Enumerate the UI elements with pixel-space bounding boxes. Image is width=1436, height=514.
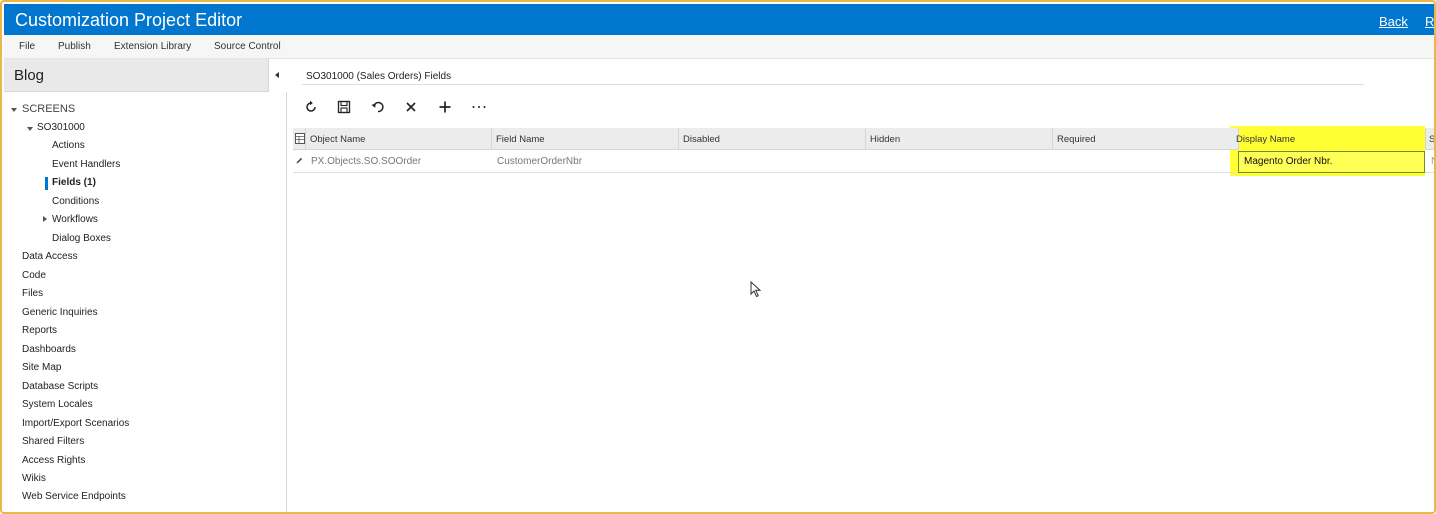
tree-node-conditions[interactable]: Conditions [52,196,99,207]
menu-file[interactable]: File [19,41,35,52]
page-title: SO301000 (Sales Orders) Fields [306,71,452,82]
tree-node-workflows[interactable]: Workflows [52,214,98,225]
column-label: Object Name [310,134,366,145]
display-name-header-label: Display Name [1236,134,1296,145]
cell-object-name[interactable]: PX.Objects.SO.SOOrder [311,156,421,167]
column-label: Required [1057,134,1096,145]
menu-bar: File Publish Extension Library Source Co… [4,35,1434,59]
back-link[interactable]: Back [1379,14,1408,29]
undo-button[interactable] [367,97,389,117]
tree-node-system-locales[interactable]: System Locales [22,399,93,410]
column-header-field-name[interactable]: Field Name [491,128,678,150]
project-tree-panel: Blog SCREENS SO301000 Actions Event Hand… [4,59,287,512]
tree-node-database-scripts[interactable]: Database Scripts [22,381,98,392]
sidebar-header: Blog [4,59,287,92]
tree-node-actions[interactable]: Actions [52,140,85,151]
cut-off-link[interactable]: R [1425,14,1434,29]
column-header-required[interactable]: Required [1052,128,1238,150]
column-label: Field Name [496,134,545,145]
column-header-s[interactable]: S [1425,128,1434,150]
refresh-button[interactable] [300,97,322,117]
delete-button[interactable] [400,97,422,117]
tree-node-import-export-scenarios[interactable]: Import/Export Scenarios [22,418,129,429]
tree-node-access-rights[interactable]: Access Rights [22,455,85,466]
add-icon [439,101,451,113]
more-icon [472,106,486,108]
main-panel: SO301000 (Sales Orders) Fields Object Na… [288,59,1434,512]
column-label: Disabled [683,134,720,145]
selection-indicator [45,177,48,190]
menu-source-control[interactable]: Source Control [214,41,281,52]
tree-node-reports[interactable]: Reports [22,325,57,336]
edit-row-icon [296,157,303,164]
display-name-input[interactable]: Magento Order Nbr. [1238,151,1425,173]
tree-node-so301000[interactable]: SO301000 [37,122,85,133]
refresh-icon [306,100,316,112]
project-name: Blog [14,67,45,84]
tree-node-files[interactable]: Files [22,288,43,299]
expand-screens-icon[interactable] [11,108,17,112]
title-bar: Customization Project Editor Back R [4,4,1434,35]
mouse-pointer-icon [750,281,762,298]
cell-s[interactable]: N [1431,156,1434,167]
delete-icon [406,102,416,112]
tree-node-dialog-boxes[interactable]: Dialog Boxes [52,233,111,244]
window-title: Customization Project Editor [15,10,243,30]
tree-node-generic-inquiries[interactable]: Generic Inquiries [22,307,98,318]
collapse-sidebar-button[interactable] [268,59,287,92]
collapse-left-icon [275,72,279,78]
title-divider [302,84,1364,85]
save-icon [337,100,351,114]
tree-node-code[interactable]: Code [22,270,46,281]
tree-node-event-handlers[interactable]: Event Handlers [52,159,120,170]
column-header-hidden[interactable]: Hidden [865,128,1052,150]
expand-workflows-icon[interactable] [43,216,47,222]
column-header-object-name[interactable]: Object Name [305,128,491,150]
expand-screen-icon[interactable] [27,127,33,131]
column-header-disabled[interactable]: Disabled [678,128,865,150]
column-label: Hidden [870,134,901,145]
menu-extension-library[interactable]: Extension Library [114,41,191,52]
tree-node-fields[interactable]: Fields (1) [52,177,96,188]
undo-icon [371,101,384,113]
tree-node-data-access[interactable]: Data Access [22,251,78,262]
menu-publish[interactable]: Publish [58,41,91,52]
more-button[interactable] [467,97,489,117]
tree-node-wikis[interactable]: Wikis [22,473,46,484]
app-window: Customization Project Editor Back R File… [0,0,1436,514]
tree-node-dashboards[interactable]: Dashboards [22,344,76,355]
tree-node-shared-filters[interactable]: Shared Filters [22,436,84,447]
tree-node-screens[interactable]: SCREENS [22,103,75,115]
column-chooser-icon[interactable] [295,133,305,144]
column-label: S [1429,134,1436,145]
add-button[interactable] [434,97,456,117]
cell-field-name[interactable]: CustomerOrderNbr [497,156,582,167]
tree-node-site-map[interactable]: Site Map [22,362,61,373]
tree-node-web-service-endpoints[interactable]: Web Service Endpoints [22,491,126,502]
save-button[interactable] [333,97,355,117]
